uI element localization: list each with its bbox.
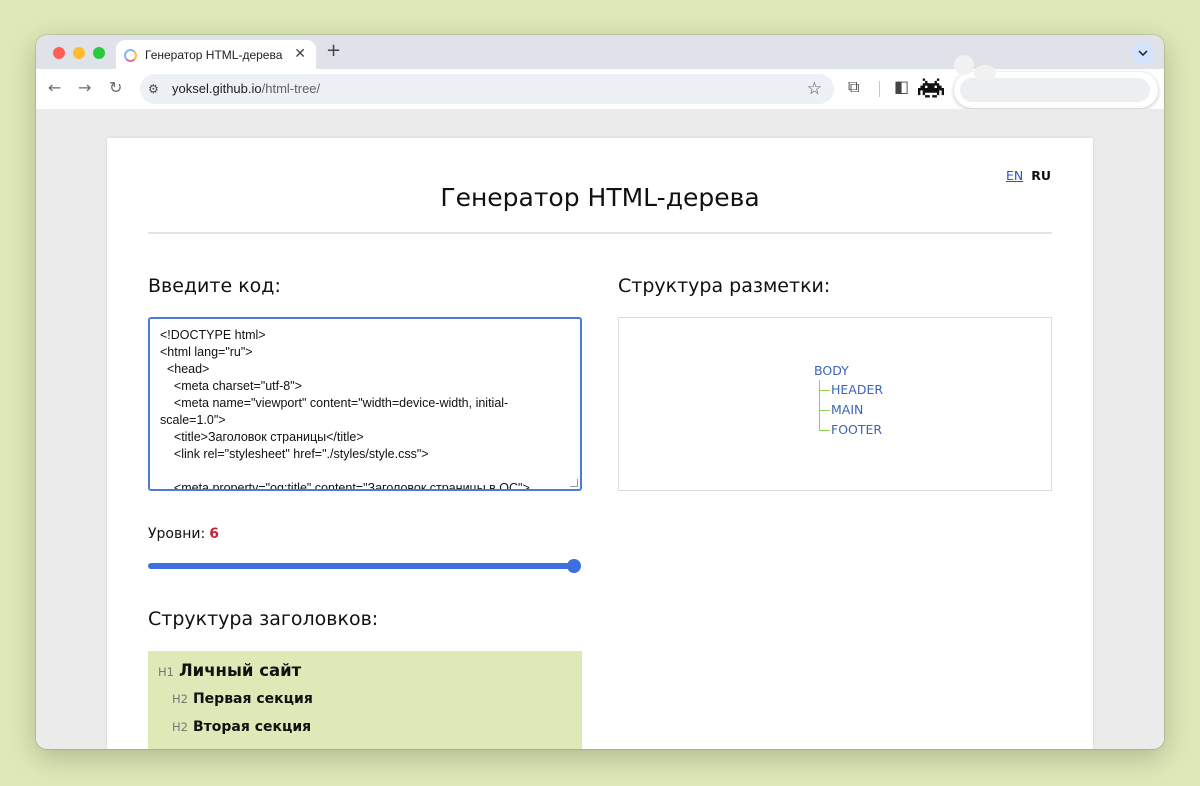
title-divider xyxy=(148,232,1052,234)
tree-node-body: BODY xyxy=(814,363,849,378)
heading-tag: H1 xyxy=(158,665,174,679)
headings-tree: H1 Личный сайт H2 Первая секция H2 Втора… xyxy=(148,651,582,749)
toolbar-divider xyxy=(879,81,880,97)
space-invader-avatar-icon[interactable] xyxy=(918,76,944,100)
tab-search-button[interactable] xyxy=(1132,42,1154,64)
tree-connector xyxy=(819,430,830,431)
url-host: yoksel.github.io xyxy=(172,81,262,96)
heading-tag: H2 xyxy=(172,692,188,706)
page-viewport: EN RU Генератор HTML-дерева Введите код:… xyxy=(36,109,1164,749)
structure-heading: Структура разметки: xyxy=(618,275,831,297)
headings-heading: Структура заголовков: xyxy=(148,608,379,630)
overlay-bubble xyxy=(974,65,996,81)
reload-icon[interactable]: ↻ xyxy=(109,79,122,97)
levels-label-text: Уровни: xyxy=(148,526,206,542)
tree-node-main: MAIN xyxy=(831,402,864,417)
browser-toolbar: ← → ↻ ⚙ yoksel.github.io/html-tree/ ☆ ⧉ … xyxy=(36,55,1164,109)
browser-tab[interactable]: Генератор HTML-дерева ✕ xyxy=(116,40,316,70)
browser-window: Генератор HTML-дерева ✕ + ← → ↻ ⚙ yoksel… xyxy=(36,35,1164,749)
lang-en-link[interactable]: EN xyxy=(1006,168,1023,183)
back-arrow-icon[interactable]: ← xyxy=(48,79,61,97)
page-title: Генератор HTML-дерева xyxy=(440,183,760,212)
url-path: /html-tree/ xyxy=(261,81,321,96)
profile-placeholder xyxy=(960,78,1150,102)
levels-value: 6 xyxy=(209,526,219,542)
close-window-button[interactable] xyxy=(53,47,65,59)
address-bar[interactable]: ⚙ yoksel.github.io/html-tree/ ☆ xyxy=(140,74,834,104)
minimize-window-button[interactable] xyxy=(73,47,85,59)
tree-node-header: HEADER xyxy=(831,382,884,397)
extensions-puzzle-icon[interactable]: ⧉ xyxy=(848,78,859,96)
input-heading: Введите код: xyxy=(148,275,281,297)
heading-item: H2 Вторая секция xyxy=(172,719,311,735)
maximize-window-button[interactable] xyxy=(93,47,105,59)
tab-strip: Генератор HTML-дерева ✕ + xyxy=(36,35,1164,70)
tree-connector xyxy=(819,390,830,391)
levels-slider-thumb[interactable] xyxy=(567,559,581,573)
url-text: yoksel.github.io/html-tree/ xyxy=(172,81,320,96)
heading-item: H2 Первая секция xyxy=(172,691,313,707)
overlay-bubble xyxy=(954,55,974,75)
heading-tag: H2 xyxy=(172,720,188,734)
heading-text: Вторая секция xyxy=(192,719,312,735)
markup-tree: BODY HEADER MAIN FOOTER xyxy=(618,317,1052,491)
loading-icon xyxy=(124,48,137,62)
side-panel-icon[interactable]: ◧ xyxy=(894,78,909,96)
lang-ru-current: RU xyxy=(1031,168,1051,183)
tree-connector xyxy=(819,410,830,411)
levels-label: Уровни: 6 xyxy=(148,526,219,542)
site-info-icon[interactable]: ⚙ xyxy=(148,82,159,96)
heading-item: H1 Личный сайт xyxy=(158,661,301,680)
language-switcher: EN RU xyxy=(1006,168,1051,183)
new-tab-button[interactable]: + xyxy=(326,42,341,60)
tab-title: Генератор HTML-дерева xyxy=(145,48,283,62)
levels-slider[interactable] xyxy=(148,563,576,569)
heading-text: Первая секция xyxy=(192,691,313,707)
resize-handle-icon[interactable] xyxy=(570,479,578,487)
forward-arrow-icon[interactable]: → xyxy=(78,79,91,97)
page-card: EN RU Генератор HTML-дерева Введите код:… xyxy=(107,138,1093,749)
close-tab-icon[interactable]: ✕ xyxy=(294,47,306,61)
tree-node-footer: FOOTER xyxy=(831,422,883,437)
bookmark-star-icon[interactable]: ☆ xyxy=(807,79,822,99)
window-controls xyxy=(53,47,105,59)
heading-text: Личный сайт xyxy=(178,661,302,680)
tree-connector xyxy=(819,380,820,431)
code-content: <!DOCTYPE html> <html lang="ru"> <head> … xyxy=(160,328,530,491)
code-textarea[interactable]: <!DOCTYPE html> <html lang="ru"> <head> … xyxy=(148,317,582,491)
chevron-down-icon xyxy=(1138,50,1148,56)
